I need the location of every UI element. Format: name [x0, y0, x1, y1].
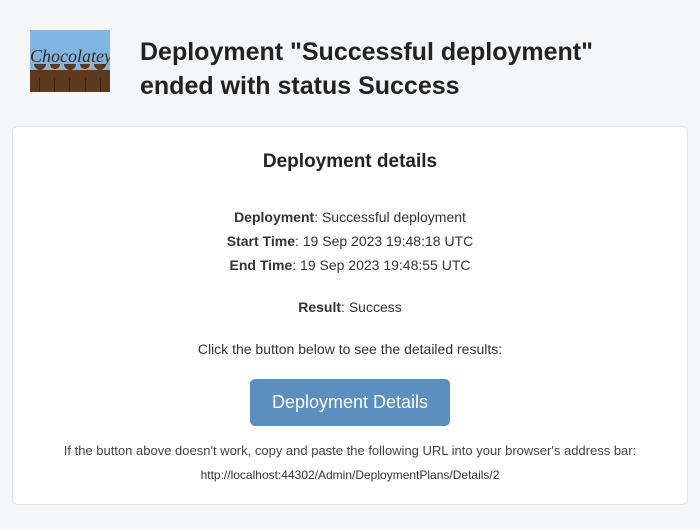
deployment-value: Successful deployment [322, 209, 466, 225]
card-heading: Deployment details [33, 151, 667, 173]
fallback-instruction: If the button above doesn't work, copy a… [33, 440, 667, 462]
deployment-row: Deployment: Successful deployment [33, 209, 667, 225]
result-row: Result: Success [33, 299, 667, 315]
end-time-label: End Time [229, 257, 292, 273]
logo-text: Chocolatey [30, 46, 110, 67]
deployment-label: Deployment [234, 209, 314, 225]
page-title: Deployment "Successful deployment" ended… [140, 30, 670, 104]
details-card: Deployment details Deployment: Successfu… [12, 126, 688, 505]
cta-instruction: Click the button below to see the detail… [33, 341, 667, 357]
start-time-label: Start Time [227, 233, 295, 249]
deployment-details-button[interactable]: Deployment Details [250, 379, 450, 426]
header: Chocolatey Deployment "Successful deploy… [0, 0, 700, 124]
result-value: Success [349, 299, 402, 315]
end-time-row: End Time: 19 Sep 2023 19:48:55 UTC [33, 257, 667, 273]
chocolatey-logo: Chocolatey [30, 30, 110, 92]
fallback-url: http://localhost:44302/Admin/DeploymentP… [33, 468, 667, 482]
result-label: Result [298, 299, 341, 315]
start-time-row: Start Time: 19 Sep 2023 19:48:18 UTC [33, 233, 667, 249]
start-time-value: 19 Sep 2023 19:48:18 UTC [303, 233, 473, 249]
end-time-value: 19 Sep 2023 19:48:55 UTC [300, 257, 470, 273]
